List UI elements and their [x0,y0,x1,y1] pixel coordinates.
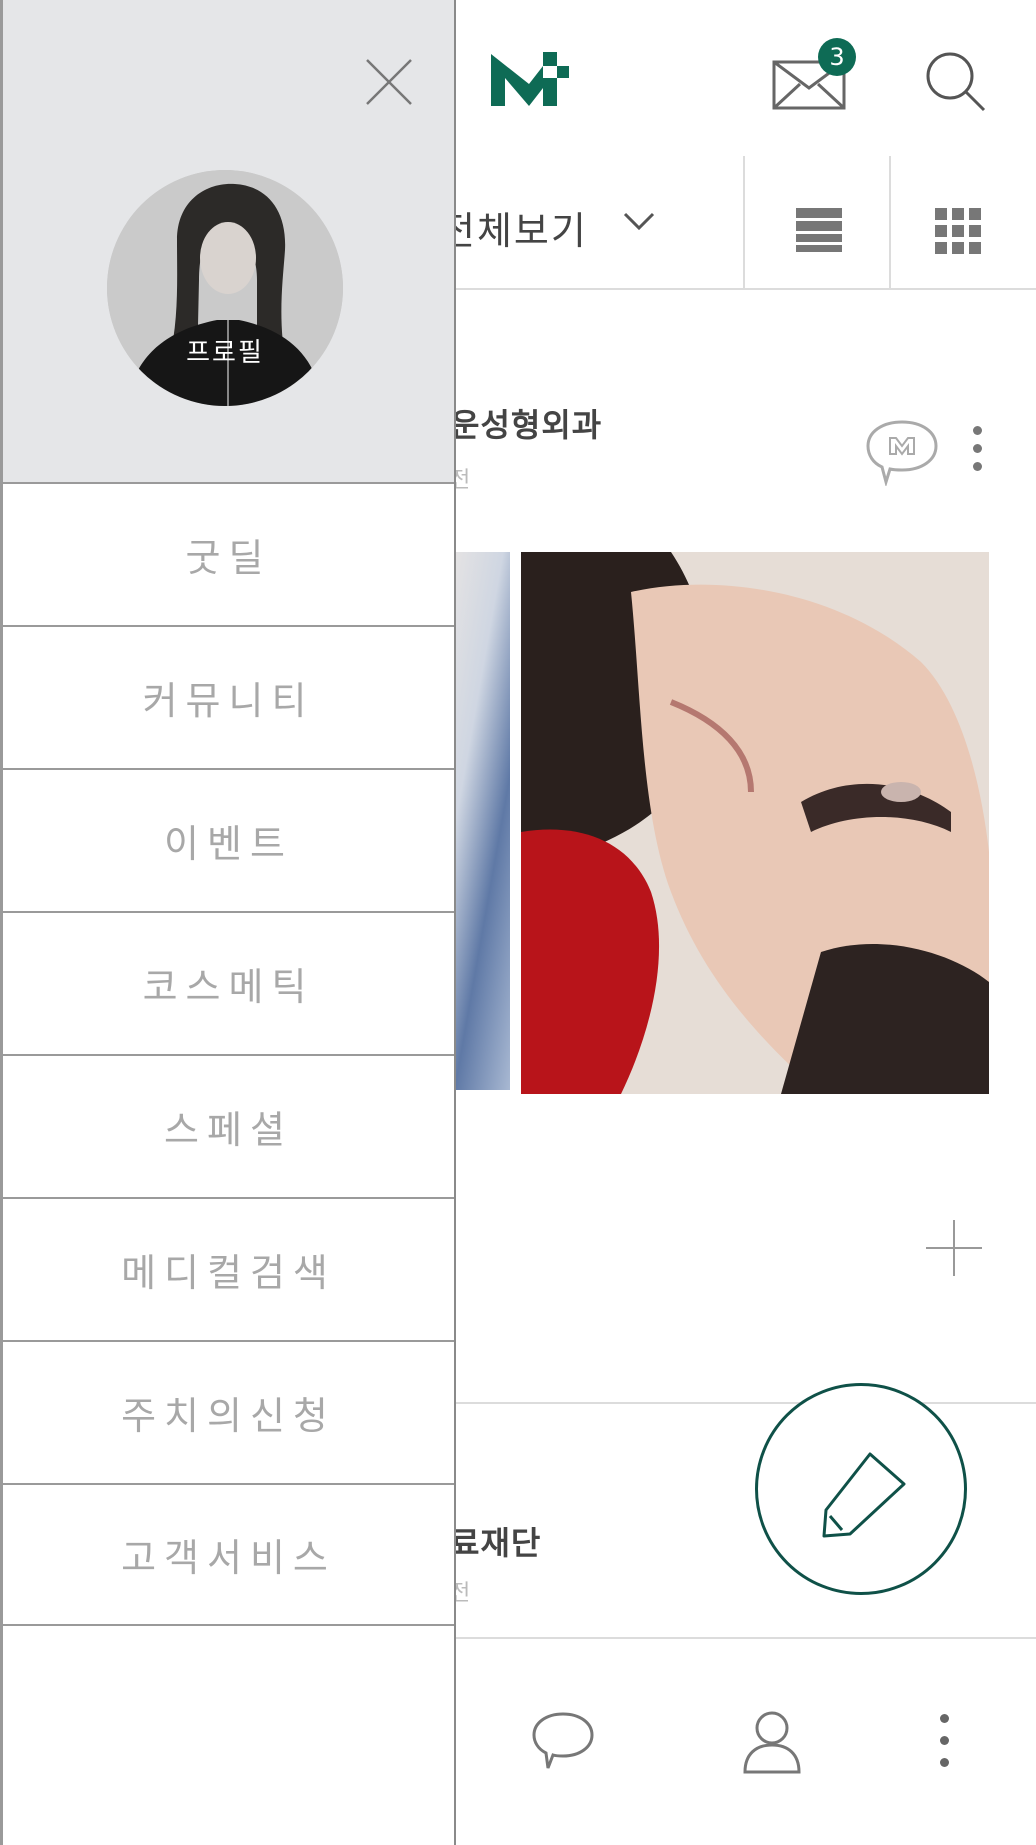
post-image-main[interactable] [521,552,989,1094]
drawer-menu: 굿딜 커뮤니티 이벤트 코스메틱 스페셜 메디컬검색 주치의신청 고객서비스 [3,482,454,1626]
grid-view-icon[interactable] [935,208,981,254]
filter-dropdown-label[interactable]: 전체보기 [440,200,588,255]
divider [743,156,745,288]
dot [973,426,982,435]
user-profile-icon[interactable] [742,1710,802,1774]
menu-item-community[interactable]: 커뮤니티 [3,625,454,768]
chevron-down-icon[interactable] [622,210,656,234]
profile-avatar[interactable]: 프로필 [107,170,343,406]
search-icon[interactable] [922,48,988,114]
menu-item-good-deal[interactable]: 굿딜 [3,482,454,625]
menu-item-medical-search[interactable]: 메디컬검색 [3,1197,454,1340]
dot [940,1736,949,1745]
drawer-profile-header: 프로필 [3,0,454,482]
menu-item-cosmetic[interactable]: 코스메틱 [3,911,454,1054]
menu-item-customer-service[interactable]: 고객서비스 [3,1483,454,1626]
m-logo-icon[interactable] [485,44,575,118]
profile-photo [107,170,343,406]
chat-icon[interactable] [530,1710,596,1772]
post-author-name[interactable]: 운성형외과 [450,400,602,446]
comment-bubble-icon[interactable] [864,418,940,486]
plus-icon[interactable] [924,1218,984,1278]
divider [889,156,891,288]
message-count-badge: 3 [818,38,856,76]
list-view-icon[interactable] [796,208,842,252]
navigation-drawer: 프로필 굿딜 커뮤니티 이벤트 코스메틱 스페셜 메디컬검색 주치의신청 고객서… [0,0,456,1845]
app-screen: 3 전체보기 운성형외과 전 료재단 전 프로필 굿딜 커뮤니티 이벤트 코스메… [0,0,1036,1845]
dot [973,444,982,453]
more-menu-icon[interactable] [937,1712,953,1772]
profile-label: 프로필 [186,338,264,368]
post-more-options-icon[interactable] [970,424,986,472]
menu-item-doctor-request[interactable]: 주치의신청 [3,1340,454,1483]
menu-item-event[interactable]: 이벤트 [3,768,454,911]
compose-post-button[interactable] [755,1383,967,1595]
pencil-icon [822,1452,906,1538]
dot [940,1714,949,1723]
menu-item-special[interactable]: 스페셜 [3,1054,454,1197]
dot [940,1758,949,1767]
post-author-name[interactable]: 료재단 [450,1518,541,1564]
close-icon[interactable] [365,58,413,106]
dot [973,462,982,471]
